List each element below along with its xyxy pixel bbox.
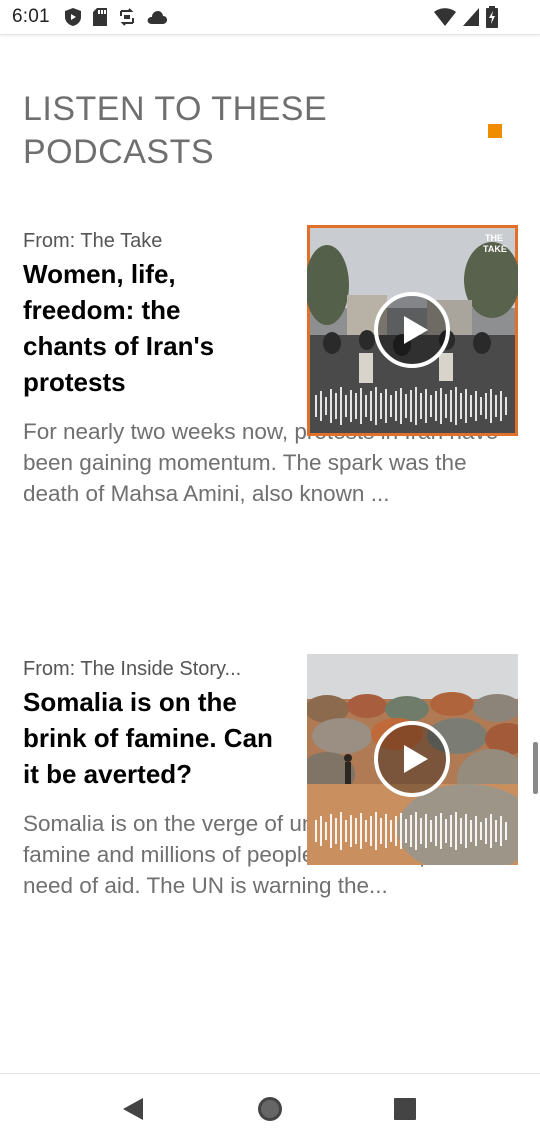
podcast-thumbnail[interactable]: THE TAKE	[307, 225, 518, 436]
podcast-source: From: The Take	[23, 230, 163, 252]
back-icon[interactable]	[116, 1092, 150, 1126]
play-icon[interactable]	[373, 291, 451, 369]
play-icon[interactable]	[373, 720, 451, 798]
cell-signal-icon	[462, 7, 480, 27]
recents-icon[interactable]	[388, 1092, 422, 1126]
status-time: 6:01	[12, 6, 50, 27]
play-protect-icon	[64, 7, 82, 27]
status-icons-right	[434, 6, 498, 28]
status-icons-left	[64, 6, 168, 28]
sd-card-icon	[92, 7, 108, 27]
home-icon[interactable]	[253, 1092, 287, 1126]
podcast-thumbnail[interactable]	[307, 654, 518, 865]
accent-square	[488, 124, 502, 138]
section-title: LISTEN TO THESE PODCASTS	[23, 90, 328, 171]
svg-text:TAKE: TAKE	[483, 244, 507, 254]
cloud-icon	[146, 9, 168, 25]
thumb-badge: THE	[485, 233, 503, 243]
scrollbar[interactable]	[533, 742, 538, 794]
podcast-source: From: The Inside Story...	[23, 658, 242, 680]
system-nav-bar	[0, 1073, 540, 1141]
podcast-title[interactable]: Women, life, freedom: the chants of Iran…	[23, 256, 263, 400]
status-bar: 6:01	[0, 0, 540, 35]
sync-icon	[118, 7, 136, 27]
podcast-title[interactable]: Somalia is on the brink of famine. Can i…	[23, 684, 293, 792]
wifi-icon	[434, 7, 456, 27]
battery-icon	[486, 6, 498, 28]
